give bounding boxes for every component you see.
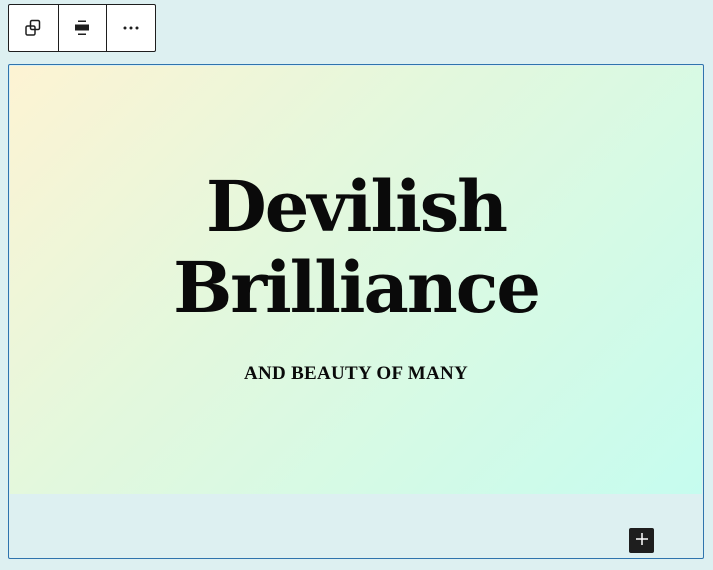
- more-options-button[interactable]: [106, 5, 155, 51]
- duplicate-button[interactable]: [9, 5, 58, 51]
- cover-block[interactable]: Devilish Brilliance AND BEAUTY OF MANY: [8, 64, 704, 559]
- cover-heading-line-1: Devilish: [206, 165, 508, 248]
- align-center-icon: [74, 20, 90, 36]
- plus-icon: [635, 531, 649, 550]
- cover-subheading[interactable]: AND BEAUTY OF MANY: [10, 362, 702, 386]
- more-options-icon: [123, 26, 139, 30]
- add-block-button[interactable]: [629, 528, 654, 553]
- cover-heading-line-2: Brilliance: [173, 246, 541, 329]
- align-button[interactable]: [57, 5, 107, 51]
- cover-heading[interactable]: Devilish Brilliance: [10, 166, 702, 328]
- cover-gradient-background: Devilish Brilliance AND BEAUTY OF MANY: [10, 66, 702, 494]
- duplicate-icon: [24, 19, 42, 37]
- block-toolbar: [8, 4, 156, 52]
